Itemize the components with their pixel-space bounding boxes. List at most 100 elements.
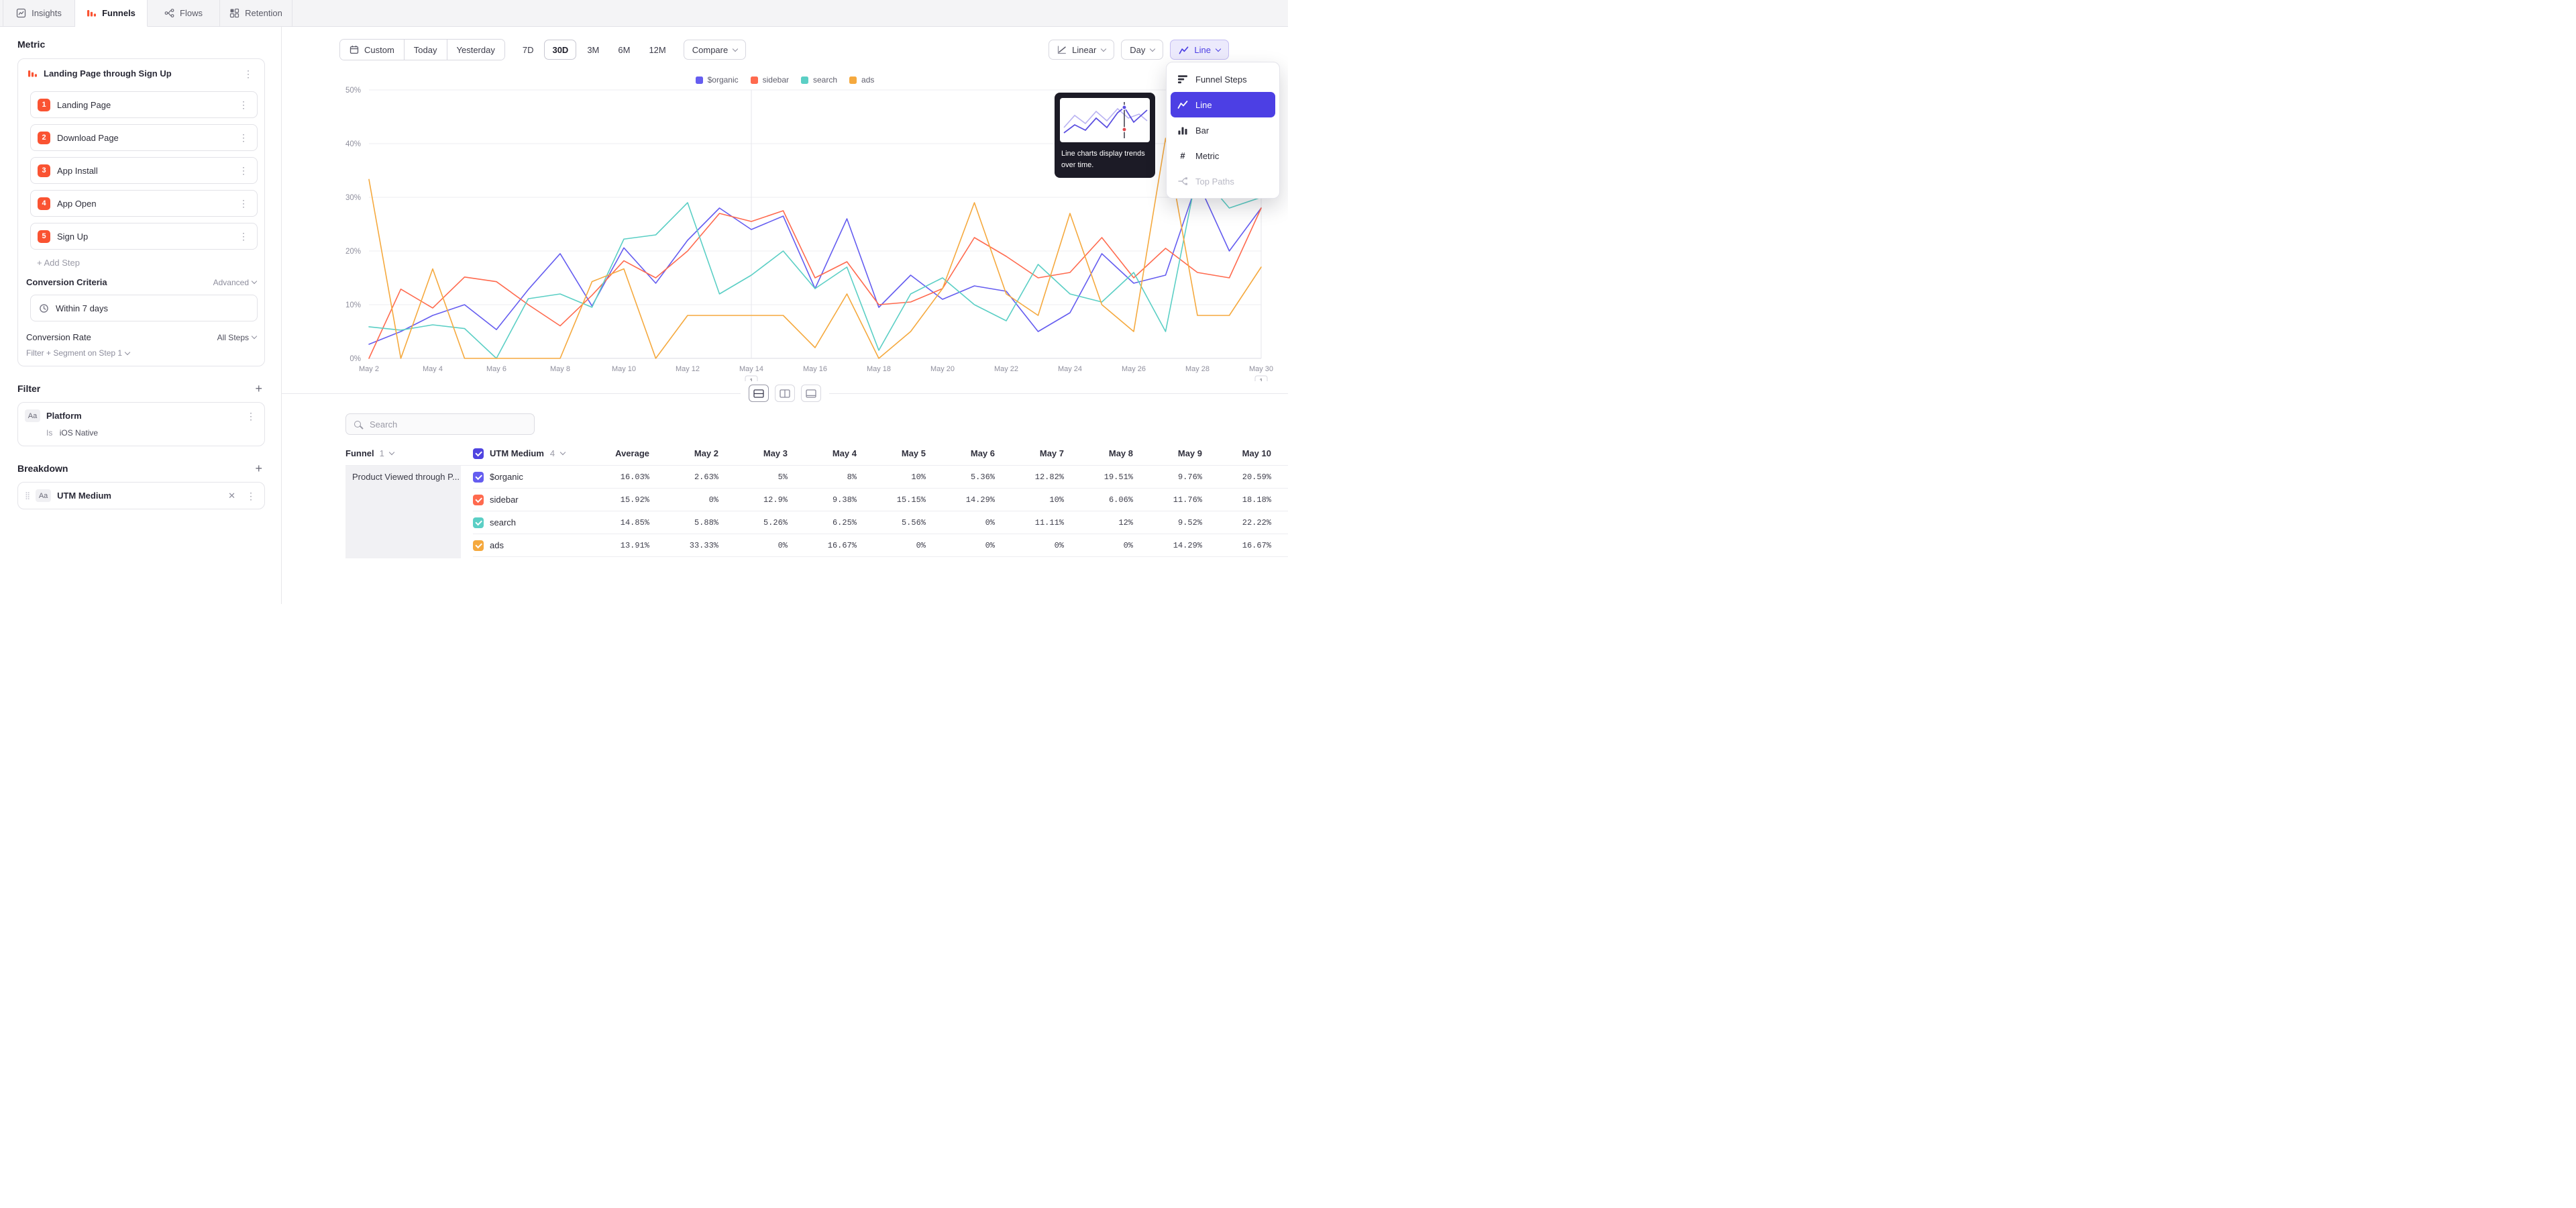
tooltip-text: Line charts display trends over time. xyxy=(1060,148,1150,172)
range-30d-button[interactable]: 30D xyxy=(544,40,576,60)
tab-retention[interactable]: Retention xyxy=(220,0,292,26)
range-7d-button[interactable]: 7D xyxy=(515,40,542,60)
step-kebab-menu[interactable]: ⋮ xyxy=(237,232,250,241)
tab-flows[interactable]: Flows xyxy=(148,0,220,26)
series-checkbox[interactable] xyxy=(473,472,484,483)
range-12m-button[interactable]: 12M xyxy=(641,40,674,60)
series-checkbox[interactable] xyxy=(473,540,484,551)
advanced-dropdown[interactable]: Advanced xyxy=(213,278,256,287)
funnel-step-download-page[interactable]: 2Download Page⋮ xyxy=(30,124,258,151)
filter-property-name[interactable]: Platform xyxy=(46,411,238,421)
string-type-badge: Aa xyxy=(36,489,51,502)
remove-breakdown-icon[interactable]: ✕ xyxy=(225,491,238,501)
column-header-may-2[interactable]: May 2 xyxy=(649,448,718,458)
funnels-icon xyxy=(87,8,97,18)
tab-funnels[interactable]: Funnels xyxy=(75,0,148,27)
series-checkbox[interactable] xyxy=(473,495,484,505)
legend-item-search[interactable]: search xyxy=(801,75,837,85)
table-search[interactable] xyxy=(345,413,535,435)
select-all-checkbox[interactable] xyxy=(473,448,484,459)
funnel-step-landing-page[interactable]: 1Landing Page⋮ xyxy=(30,91,258,118)
date-range-group: 7D30D3M6M12M xyxy=(515,40,674,60)
menu-item-top-paths: Top Paths xyxy=(1171,168,1275,194)
column-header-may-6[interactable]: May 6 xyxy=(926,448,995,458)
funnel-step-sign-up[interactable]: 5Sign Up⋮ xyxy=(30,223,258,250)
filter-operator[interactable]: Is xyxy=(46,428,52,438)
add-filter-button[interactable]: + xyxy=(252,383,265,395)
svg-text:May 20: May 20 xyxy=(930,365,955,373)
table-body: Product Viewed through P... $organic16.0… xyxy=(345,466,1288,558)
cell-value: 20.59% xyxy=(1202,472,1271,482)
line-icon xyxy=(1177,99,1188,110)
funnel-column-header[interactable]: Funnel 1 xyxy=(345,448,473,458)
table-row-sidebar[interactable]: sidebar15.92%0%12.9%9.38%15.15%14.29%10%… xyxy=(473,489,1288,511)
granularity-dropdown[interactable]: Day xyxy=(1121,40,1163,60)
smoothing-dropdown[interactable]: Linear xyxy=(1049,40,1114,60)
menu-item-line[interactable]: Line xyxy=(1171,92,1275,117)
table-row-ads[interactable]: ads13.91%33.33%0%16.67%0%0%0%0%14.29%16.… xyxy=(473,534,1288,557)
report-tab-bar: InsightsFunnelsFlowsRetention xyxy=(0,0,1288,27)
column-header-average[interactable]: Average xyxy=(580,448,649,458)
custom-date-button[interactable]: Custom xyxy=(340,40,405,60)
column-header-may-5[interactable]: May 5 xyxy=(857,448,926,458)
range-6m-button[interactable]: 6M xyxy=(610,40,638,60)
all-steps-dropdown[interactable]: All Steps xyxy=(217,333,256,342)
today-button[interactable]: Today xyxy=(405,40,447,60)
layout-split-horizontal-icon[interactable] xyxy=(749,385,769,402)
retention-icon xyxy=(229,8,239,18)
chart-type-dropdown[interactable]: Line xyxy=(1170,40,1229,60)
funnel-kebab-menu[interactable]: ⋮ xyxy=(241,69,255,79)
column-header-may-10[interactable]: May 10 xyxy=(1202,448,1271,458)
compare-button[interactable]: Compare xyxy=(684,40,746,60)
legend-item-organic[interactable]: $organic xyxy=(696,75,739,85)
add-step-button[interactable]: + Add Step xyxy=(37,258,258,268)
legend-item-ads[interactable]: ads xyxy=(849,75,874,85)
legend-item-sidebar[interactable]: sidebar xyxy=(751,75,789,85)
menu-item-label: Metric xyxy=(1195,151,1219,161)
range-3m-button[interactable]: 3M xyxy=(579,40,607,60)
menu-item-metric[interactable]: #Metric xyxy=(1171,143,1275,168)
cell-value: 12.9% xyxy=(718,495,788,505)
filter-value[interactable]: iOS Native xyxy=(60,428,98,438)
drag-handle-icon[interactable]: ⣿ xyxy=(25,491,30,500)
add-breakdown-button[interactable]: + xyxy=(252,462,265,474)
layout-full-icon[interactable] xyxy=(801,385,821,402)
breakdown-kebab-menu[interactable]: ⋮ xyxy=(244,491,258,501)
funnel-step-app-open[interactable]: 4App Open⋮ xyxy=(30,190,258,217)
conversion-window-button[interactable]: Within 7 days xyxy=(30,295,258,321)
menu-item-funnel-steps[interactable]: Funnel Steps xyxy=(1171,66,1275,92)
step-kebab-menu[interactable]: ⋮ xyxy=(237,133,250,142)
svg-text:30%: 30% xyxy=(345,194,361,202)
breakdown-column-header[interactable]: UTM Medium 4 xyxy=(473,448,580,459)
funnel-step-app-install[interactable]: 3App Install⋮ xyxy=(30,157,258,184)
filter-kebab-menu[interactable]: ⋮ xyxy=(244,411,258,421)
column-header-may-4[interactable]: May 4 xyxy=(788,448,857,458)
cell-value: 9.76% xyxy=(1133,472,1202,482)
column-header-may-9[interactable]: May 9 xyxy=(1133,448,1202,458)
funnel-group-cell[interactable]: Product Viewed through P... xyxy=(345,466,461,558)
yesterday-button[interactable]: Yesterday xyxy=(447,40,504,60)
cell-value: 22.22% xyxy=(1202,518,1271,527)
cell-value: 9.38% xyxy=(788,495,857,505)
menu-item-bar[interactable]: Bar xyxy=(1171,117,1275,143)
breakdown-property-name[interactable]: UTM Medium xyxy=(57,491,219,501)
column-header-may-3[interactable]: May 3 xyxy=(718,448,788,458)
funnel-title-row[interactable]: Landing Page through Sign Up ⋮ xyxy=(25,65,258,85)
svg-text:May 4: May 4 xyxy=(423,365,443,373)
search-input[interactable] xyxy=(368,419,516,430)
step-kebab-menu[interactable]: ⋮ xyxy=(237,100,250,109)
tab-insights[interactable]: Insights xyxy=(3,0,75,26)
series-checkbox[interactable] xyxy=(473,517,484,528)
column-header-may-8[interactable]: May 8 xyxy=(1064,448,1133,458)
filter-segment-dropdown[interactable]: Filter + Segment on Step 1 xyxy=(25,348,258,358)
step-kebab-menu[interactable]: ⋮ xyxy=(237,166,250,175)
chart-legend: $organic sidebar search ads xyxy=(282,75,1288,85)
layout-split-vertical-icon[interactable] xyxy=(775,385,795,402)
column-header-may-7[interactable]: May 7 xyxy=(995,448,1064,458)
svg-text:May 24: May 24 xyxy=(1058,365,1082,373)
table-row-search[interactable]: search14.85%5.88%5.26%6.25%5.56%0%11.11%… xyxy=(473,511,1288,534)
table-row-organic[interactable]: $organic16.03%2.63%5%8%10%5.36%12.82%19.… xyxy=(473,466,1288,489)
cell-value: 10% xyxy=(995,495,1064,505)
step-kebab-menu[interactable]: ⋮ xyxy=(237,199,250,208)
menu-item-label: Funnel Steps xyxy=(1195,74,1247,85)
